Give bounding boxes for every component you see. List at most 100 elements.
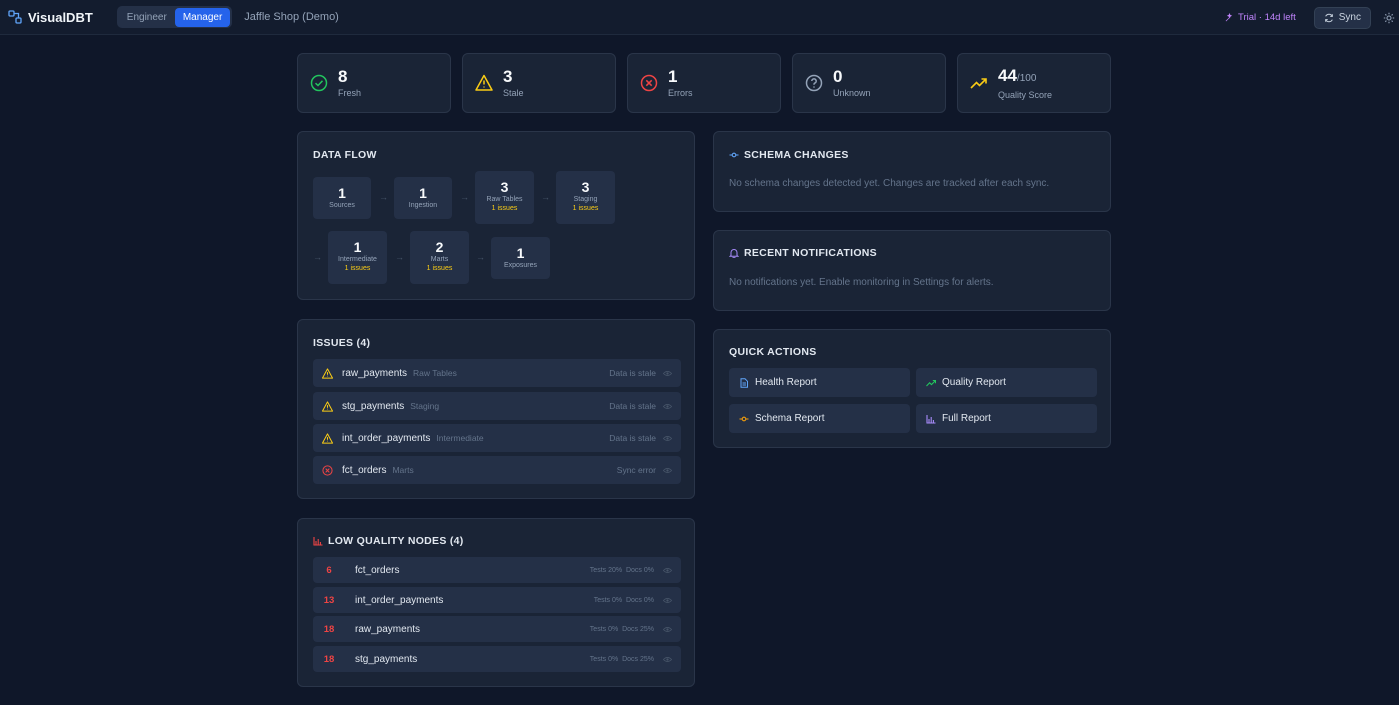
eye-icon[interactable] xyxy=(663,369,672,378)
flow-node-count: 3 xyxy=(581,179,590,195)
issue-row[interactable]: fct_orders Marts Sync error xyxy=(313,456,681,484)
quality-row[interactable]: 13 int_order_payments Tests 0% Docs 0% xyxy=(313,587,681,613)
tests-coverage: Tests 0% xyxy=(589,625,619,633)
eye-icon[interactable] xyxy=(663,625,672,634)
warning-icon xyxy=(322,367,333,379)
warning-icon xyxy=(322,432,333,444)
issue-node-layer: Raw Tables xyxy=(413,368,457,378)
quality-row[interactable]: 18 raw_payments Tests 0% Docs 25% xyxy=(313,616,681,642)
schema-report-button[interactable]: Schema Report xyxy=(729,404,910,433)
eye-icon[interactable] xyxy=(663,596,672,605)
button-label: Full Report xyxy=(942,413,991,424)
stat-card-unknown[interactable]: 0 Unknown xyxy=(792,53,946,113)
eye-icon[interactable] xyxy=(663,434,672,443)
eye-icon[interactable] xyxy=(663,402,672,411)
issue-row[interactable]: stg_payments Staging Data is stale xyxy=(313,392,681,420)
quality-meta: Tests 20% Docs 0% xyxy=(590,567,654,574)
flow-node-label: Sources xyxy=(329,202,355,209)
flow-node-count: 3 xyxy=(500,179,509,195)
flow-node-count: 1 xyxy=(353,239,362,255)
flow-node-intermediate[interactable]: 1 Intermediate 1 issues xyxy=(328,231,387,284)
warning-icon xyxy=(322,400,333,412)
flow-arrow: → xyxy=(313,252,322,262)
eye-icon[interactable] xyxy=(663,466,672,475)
trial-badge[interactable]: Trial · 14d left xyxy=(1225,12,1296,23)
warning-icon xyxy=(475,74,493,91)
flow-node-sources[interactable]: 1 Sources xyxy=(313,177,371,219)
issue-node-name: raw_payments xyxy=(342,367,408,379)
trial-text: Trial · 14d left xyxy=(1238,12,1296,23)
stat-label: Fresh xyxy=(338,88,362,98)
flow-node-raw-tables[interactable]: 3 Raw Tables 1 issues xyxy=(475,171,534,224)
stat-card-stale[interactable]: 3 Stale xyxy=(462,53,616,113)
quality-row[interactable]: 6 fct_orders Tests 20% Docs 0% xyxy=(313,557,681,583)
panel-title-text: RECENT NOTIFICATIONS xyxy=(744,247,877,259)
quick-actions-panel: QUICK ACTIONS Health Report Quality Repo… xyxy=(713,329,1111,448)
issue-node-name: stg_payments xyxy=(342,400,405,412)
flow-node-label: Exposures xyxy=(503,262,538,269)
panel-title-text: LOW QUALITY NODES (4) xyxy=(328,535,464,547)
mode-manager-button[interactable]: Manager xyxy=(174,7,231,27)
stat-value: 8 xyxy=(338,67,348,86)
flow-arrow: → xyxy=(541,192,550,202)
bell-icon xyxy=(729,249,739,258)
project-name[interactable]: Jaffle Shop (Demo) xyxy=(244,11,339,23)
notifications-panel: RECENT NOTIFICATIONS No notifications ye… xyxy=(713,230,1111,311)
sparkle-icon xyxy=(1225,13,1233,22)
panel-title-text: SCHEMA CHANGES xyxy=(744,149,849,161)
flow-node-staging[interactable]: 3 Staging 1 issues xyxy=(556,171,615,224)
quality-report-button[interactable]: Quality Report xyxy=(916,368,1097,397)
git-commit-icon xyxy=(739,416,749,421)
issue-status: Data is stale xyxy=(609,433,656,443)
stat-card-errors[interactable]: 1 Errors xyxy=(627,53,781,113)
stat-value: 1 xyxy=(668,67,678,86)
flow-node-count: 1 xyxy=(338,185,346,201)
panel-title: DATA FLOW xyxy=(313,149,377,161)
flow-node-issues: 1 issues xyxy=(344,265,371,272)
quality-row[interactable]: 18 stg_payments Tests 0% Docs 25% xyxy=(313,646,681,672)
flow-node-exposures[interactable]: 1 Exposures xyxy=(491,237,550,279)
flow-arrow: → xyxy=(476,252,485,262)
health-report-button[interactable]: Health Report xyxy=(729,368,910,397)
issue-status: Data is stale xyxy=(609,368,656,378)
flow-node-ingestion[interactable]: 1 Ingestion xyxy=(394,177,452,219)
quality-meta: Tests 0% Docs 25% xyxy=(590,626,654,633)
flow-node-count: 1 xyxy=(419,185,427,201)
mode-toggle: Engineer Manager xyxy=(116,6,233,28)
panel-title: SCHEMA CHANGES xyxy=(729,149,849,161)
brand[interactable]: VisualDBT xyxy=(8,10,93,25)
flow-node-issues: 1 issues xyxy=(491,205,518,212)
issue-row[interactable]: int_order_payments Intermediate Data is … xyxy=(313,424,681,452)
mode-engineer-button[interactable]: Engineer xyxy=(119,8,175,27)
quality-score: 18 xyxy=(323,623,335,635)
sync-button[interactable]: Sync xyxy=(1313,6,1371,29)
check-circle-icon xyxy=(310,74,328,92)
issue-row[interactable]: raw_payments Raw Tables Data is stale xyxy=(313,359,681,387)
quality-score: 13 xyxy=(323,594,335,606)
stat-value: 3 xyxy=(503,67,513,86)
full-report-button[interactable]: Full Report xyxy=(916,404,1097,433)
tests-coverage: Tests 20% xyxy=(589,566,623,574)
x-circle-icon xyxy=(640,74,658,92)
quality-node-name: raw_payments xyxy=(355,623,421,635)
help-circle-icon xyxy=(805,74,823,92)
docs-coverage: Docs 0% xyxy=(625,566,654,574)
flow-node-marts[interactable]: 2 Marts 1 issues xyxy=(410,231,469,284)
settings-gear-icon[interactable] xyxy=(1383,12,1395,24)
stat-card-fresh[interactable]: 8 Fresh xyxy=(297,53,451,113)
refresh-icon xyxy=(1324,13,1333,22)
button-label: Quality Report xyxy=(942,377,1006,388)
eye-icon[interactable] xyxy=(663,566,672,575)
issue-node-layer: Intermediate xyxy=(436,433,484,443)
stat-card-quality-score[interactable]: 44/100 Quality Score xyxy=(957,53,1111,113)
stat-value: 44/100 xyxy=(998,66,1052,88)
schema-changes-panel: SCHEMA CHANGES No schema changes detecte… xyxy=(713,131,1111,212)
eye-icon[interactable] xyxy=(663,655,672,664)
tests-coverage: Tests 0% xyxy=(589,655,619,663)
quality-meta: Tests 0% Docs 0% xyxy=(594,597,654,604)
flow-node-label: Ingestion xyxy=(408,202,438,209)
flow-arrow: → xyxy=(379,192,388,202)
panel-title: QUICK ACTIONS xyxy=(729,346,817,358)
issue-node-name: fct_orders xyxy=(342,464,387,476)
quality-node-name: stg_payments xyxy=(355,653,418,665)
